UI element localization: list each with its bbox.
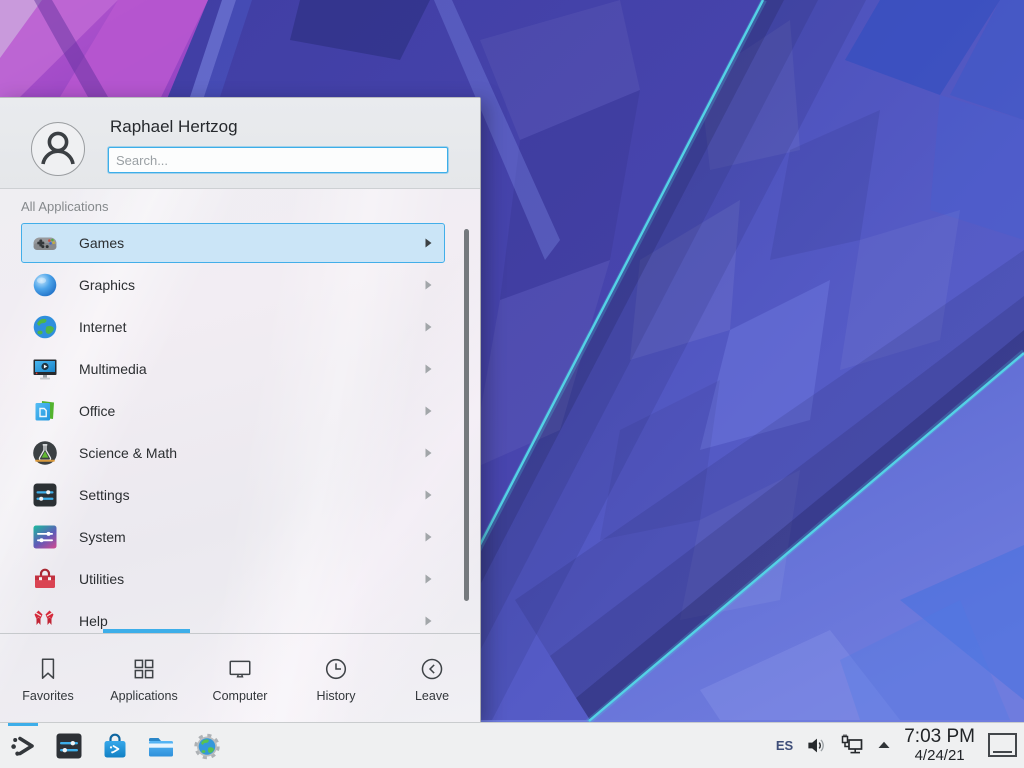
launcher-tabbar: Favorites Applications Computer bbox=[0, 633, 480, 722]
launcher-active-indicator bbox=[8, 723, 38, 726]
volume-icon[interactable] bbox=[806, 735, 827, 756]
tab-leave[interactable]: Leave bbox=[384, 634, 480, 722]
tab-label: Computer bbox=[213, 689, 268, 703]
category-label: Office bbox=[79, 403, 115, 419]
submenu-arrow-icon bbox=[425, 448, 432, 458]
category-label: Settings bbox=[79, 487, 130, 503]
search-input[interactable] bbox=[108, 147, 448, 173]
category-label: System bbox=[79, 529, 126, 545]
user-icon bbox=[32, 123, 84, 175]
gamepad-icon bbox=[32, 230, 58, 256]
digital-clock[interactable]: 7:03 PM 4/24/21 bbox=[904, 727, 975, 764]
category-label: Games bbox=[79, 235, 124, 251]
keyboard-layout-indicator[interactable]: ES bbox=[776, 738, 793, 753]
file-manager-folder-icon[interactable] bbox=[146, 731, 176, 761]
tab-label: Applications bbox=[110, 689, 177, 703]
tab-favorites[interactable]: Favorites bbox=[0, 634, 96, 722]
desktop: Raphael Hertzog All Applications Ga bbox=[0, 0, 1024, 768]
web-browser-globe-icon[interactable] bbox=[192, 731, 222, 761]
tab-computer[interactable]: Computer bbox=[192, 634, 288, 722]
graphics-sphere-icon bbox=[32, 272, 58, 298]
category-multimedia[interactable]: Multimedia bbox=[21, 349, 445, 389]
submenu-arrow-icon bbox=[425, 406, 432, 416]
submenu-arrow-icon bbox=[425, 280, 432, 290]
computer-monitor-icon bbox=[227, 656, 253, 682]
section-label: All Applications bbox=[21, 199, 480, 214]
show-desktop-widget[interactable] bbox=[988, 733, 1017, 757]
submenu-arrow-icon bbox=[425, 574, 432, 584]
app-grid-icon bbox=[131, 656, 157, 682]
discover-store-icon[interactable] bbox=[100, 731, 130, 761]
network-icon[interactable] bbox=[840, 734, 864, 756]
kickoff-menu-icon[interactable] bbox=[8, 731, 38, 761]
category-graphics[interactable]: Graphics bbox=[21, 265, 445, 305]
settings-sliders-icon bbox=[32, 482, 58, 508]
submenu-arrow-icon bbox=[425, 616, 432, 626]
tab-label: History bbox=[317, 689, 356, 703]
category-label: Utilities bbox=[79, 571, 124, 587]
category-help[interactable]: Help bbox=[21, 601, 445, 633]
clock-time: 7:03 PM bbox=[904, 727, 975, 748]
user-avatar[interactable] bbox=[31, 122, 85, 176]
utilities-toolbox-icon bbox=[32, 566, 58, 592]
submenu-arrow-icon bbox=[425, 490, 432, 500]
category-label: Internet bbox=[79, 319, 126, 335]
tab-label: Leave bbox=[415, 689, 449, 703]
category-label: Science & Math bbox=[79, 445, 177, 461]
system-sliders-icon bbox=[32, 524, 58, 550]
multimedia-monitor-icon bbox=[32, 356, 58, 382]
category-internet[interactable]: Internet bbox=[21, 307, 445, 347]
taskbar-launchers bbox=[0, 731, 222, 761]
office-document-icon bbox=[32, 398, 58, 424]
submenu-arrow-icon bbox=[425, 364, 432, 374]
category-system[interactable]: System bbox=[21, 517, 445, 557]
category-settings[interactable]: Settings bbox=[21, 475, 445, 515]
system-tray: ES 7:03 PM 4/24/21 bbox=[776, 727, 1024, 764]
submenu-arrow-icon bbox=[425, 532, 432, 542]
expand-tray-icon[interactable] bbox=[877, 739, 891, 751]
category-utilities[interactable]: Utilities bbox=[21, 559, 445, 599]
category-label: Graphics bbox=[79, 277, 135, 293]
active-tab-indicator bbox=[103, 629, 190, 633]
category-office[interactable]: Office bbox=[21, 391, 445, 431]
clock-date: 4/24/21 bbox=[904, 748, 975, 764]
globe-icon bbox=[32, 314, 58, 340]
category-label: Help bbox=[79, 613, 108, 629]
scrollbar-thumb[interactable] bbox=[464, 229, 469, 601]
tab-label: Favorites bbox=[22, 689, 73, 703]
tab-applications[interactable]: Applications bbox=[96, 634, 192, 722]
submenu-arrow-icon bbox=[425, 322, 432, 332]
submenu-arrow-icon bbox=[425, 238, 432, 248]
category-science-math[interactable]: Science & Math bbox=[21, 433, 445, 473]
leave-circle-icon bbox=[419, 656, 445, 682]
help-ribbons-icon bbox=[32, 608, 58, 633]
tab-history[interactable]: History bbox=[288, 634, 384, 722]
category-label: Multimedia bbox=[79, 361, 147, 377]
category-list: Games Graphics bbox=[21, 223, 445, 633]
application-launcher-menu: Raphael Hertzog All Applications Ga bbox=[0, 97, 481, 722]
launcher-header: Raphael Hertzog bbox=[0, 98, 480, 189]
science-flask-icon bbox=[32, 440, 58, 466]
system-settings-icon[interactable] bbox=[54, 731, 84, 761]
bookmark-icon bbox=[35, 656, 61, 682]
user-name: Raphael Hertzog bbox=[110, 117, 238, 137]
category-games[interactable]: Games bbox=[21, 223, 445, 263]
launcher-body: All Applications Games bbox=[0, 189, 480, 633]
taskbar: ES 7:03 PM 4/24/21 bbox=[0, 722, 1024, 768]
history-clock-icon bbox=[323, 656, 349, 682]
